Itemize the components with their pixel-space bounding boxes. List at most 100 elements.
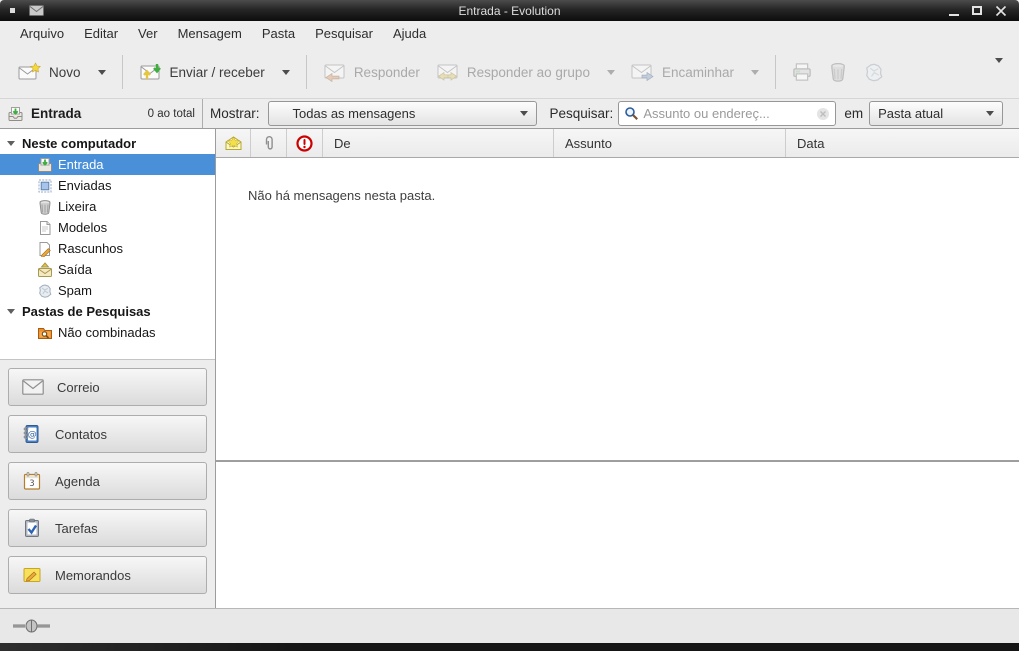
folder-label: Rascunhos (58, 241, 123, 256)
switcher-label: Contatos (55, 427, 107, 442)
switcher-memorandos[interactable]: Memorandos (8, 556, 207, 594)
send-receive-button[interactable]: Enviar / receber (131, 56, 298, 88)
toolbar-separator (122, 55, 123, 89)
menu-ajuda[interactable]: Ajuda (383, 22, 436, 45)
folder-rascunhos[interactable]: Rascunhos (0, 238, 215, 259)
minimize-button[interactable] (949, 6, 959, 16)
titlebar: Entrada - Evolution (0, 0, 1019, 21)
outbox-icon (37, 262, 53, 278)
column-label: De (334, 136, 351, 151)
component-switcher: Correio @ Contatos 3 Agenda (0, 359, 215, 608)
menu-mensagem[interactable]: Mensagem (168, 22, 252, 45)
paperclip-icon (262, 135, 276, 152)
forward-button[interactable]: Encaminhar (623, 56, 767, 88)
switcher-correio[interactable]: Correio (8, 368, 207, 406)
column-data[interactable]: Data (786, 129, 1019, 157)
window-title: Entrada - Evolution (0, 4, 1019, 18)
tree-group-this-computer[interactable]: Neste computador (0, 133, 215, 154)
column-status[interactable] (216, 129, 251, 157)
chevron-down-icon (520, 111, 528, 116)
folder-nao-combinadas[interactable]: Não combinadas (0, 322, 215, 343)
menu-arquivo[interactable]: Arquivo (10, 22, 74, 45)
switcher-contatos[interactable]: @ Contatos (8, 415, 207, 453)
chevron-down-icon (986, 111, 994, 116)
search-box (618, 101, 836, 126)
empty-folder-text: Não há mensagens nesta pasta. (248, 188, 435, 203)
folder-label: Não combinadas (58, 325, 156, 340)
online-status-icon[interactable] (12, 618, 52, 634)
new-dropdown-icon[interactable] (98, 70, 106, 75)
svg-text:@: @ (28, 430, 37, 440)
folder-saida[interactable]: Saída (0, 259, 215, 280)
clear-search-icon[interactable] (816, 107, 830, 121)
folder-enviadas[interactable]: Enviadas (0, 175, 215, 196)
mail-icon (22, 379, 44, 395)
search-scope-value: Pasta atual (878, 106, 943, 121)
trash-icon (827, 62, 849, 82)
search-scope-dropdown[interactable]: Pasta atual (869, 101, 1003, 126)
column-attachment[interactable] (251, 129, 287, 157)
message-list-pane: De Assunto Data Não há mensagens nesta p… (216, 129, 1019, 608)
show-filter-dropdown[interactable]: Todas as mensagens (268, 101, 537, 126)
memos-icon (22, 565, 42, 585)
folder-entrada[interactable]: Entrada (0, 154, 215, 175)
column-label: Assunto (565, 136, 612, 151)
switcher-label: Tarefas (55, 521, 98, 536)
reply-group-label: Responder ao grupo (467, 65, 590, 80)
switcher-label: Memorandos (55, 568, 131, 583)
folder-label: Entrada (58, 157, 104, 172)
expander-icon[interactable] (7, 141, 15, 146)
trash-icon (37, 199, 53, 215)
search-folder-icon (37, 325, 53, 341)
reply-label: Responder (354, 65, 420, 80)
menu-ver[interactable]: Ver (128, 22, 168, 45)
search-icon (624, 106, 639, 121)
message-list-header: De Assunto Data (216, 129, 1019, 158)
switcher-agenda[interactable]: 3 Agenda (8, 462, 207, 500)
new-button[interactable]: Novo (10, 56, 114, 88)
delete-button[interactable] (820, 56, 856, 88)
column-assunto[interactable]: Assunto (554, 129, 786, 157)
print-button[interactable] (784, 56, 820, 88)
calendar-icon: 3 (22, 471, 42, 491)
forward-dropdown-icon[interactable] (751, 70, 759, 75)
important-icon (296, 135, 313, 152)
menubar: Arquivo Editar Ver Mensagem Pasta Pesqui… (0, 21, 1019, 46)
reply-group-button[interactable]: Responder ao grupo (428, 56, 623, 88)
svg-text:3: 3 (29, 479, 34, 489)
tree-group-search-folders[interactable]: Pastas de Pesquisas (0, 301, 215, 322)
forward-label: Encaminhar (662, 65, 734, 80)
folder-modelos[interactable]: Modelos (0, 217, 215, 238)
forward-icon (631, 62, 655, 82)
column-de[interactable]: De (323, 129, 554, 157)
maximize-button[interactable] (972, 6, 982, 15)
show-label: Mostrar: (210, 106, 260, 121)
toolbar-separator (775, 55, 776, 89)
send-receive-dropdown-icon[interactable] (282, 70, 290, 75)
menu-pasta[interactable]: Pasta (252, 22, 305, 45)
toolbar-overflow-button[interactable] (995, 63, 1009, 81)
menu-pesquisar[interactable]: Pesquisar (305, 22, 383, 45)
folder-spam[interactable]: Spam (0, 280, 215, 301)
message-list-body: Não há mensagens nesta pasta. (216, 158, 1019, 460)
expander-icon[interactable] (7, 309, 15, 314)
contacts-icon: @ (22, 424, 42, 444)
show-filter-value: Todas as mensagens (293, 106, 416, 121)
send-receive-label: Enviar / receber (170, 65, 265, 80)
desktop-panel-edge (0, 643, 1019, 651)
junk-button[interactable] (856, 56, 892, 88)
reply-group-dropdown-icon[interactable] (607, 70, 615, 75)
folder-lixeira[interactable]: Lixeira (0, 196, 215, 217)
search-input[interactable] (643, 106, 812, 121)
close-button[interactable] (995, 5, 1007, 17)
switcher-tarefas[interactable]: Tarefas (8, 509, 207, 547)
menu-editar[interactable]: Editar (74, 22, 128, 45)
folder-label: Saída (58, 262, 92, 277)
current-folder-name: Entrada (31, 106, 81, 121)
template-icon (37, 220, 53, 236)
column-priority[interactable] (287, 129, 323, 157)
scope-label: em (844, 106, 863, 121)
message-status-icon (224, 136, 243, 151)
sidebar: Neste computador Entrada Enviadas (0, 129, 216, 608)
reply-button[interactable]: Responder (315, 56, 428, 88)
